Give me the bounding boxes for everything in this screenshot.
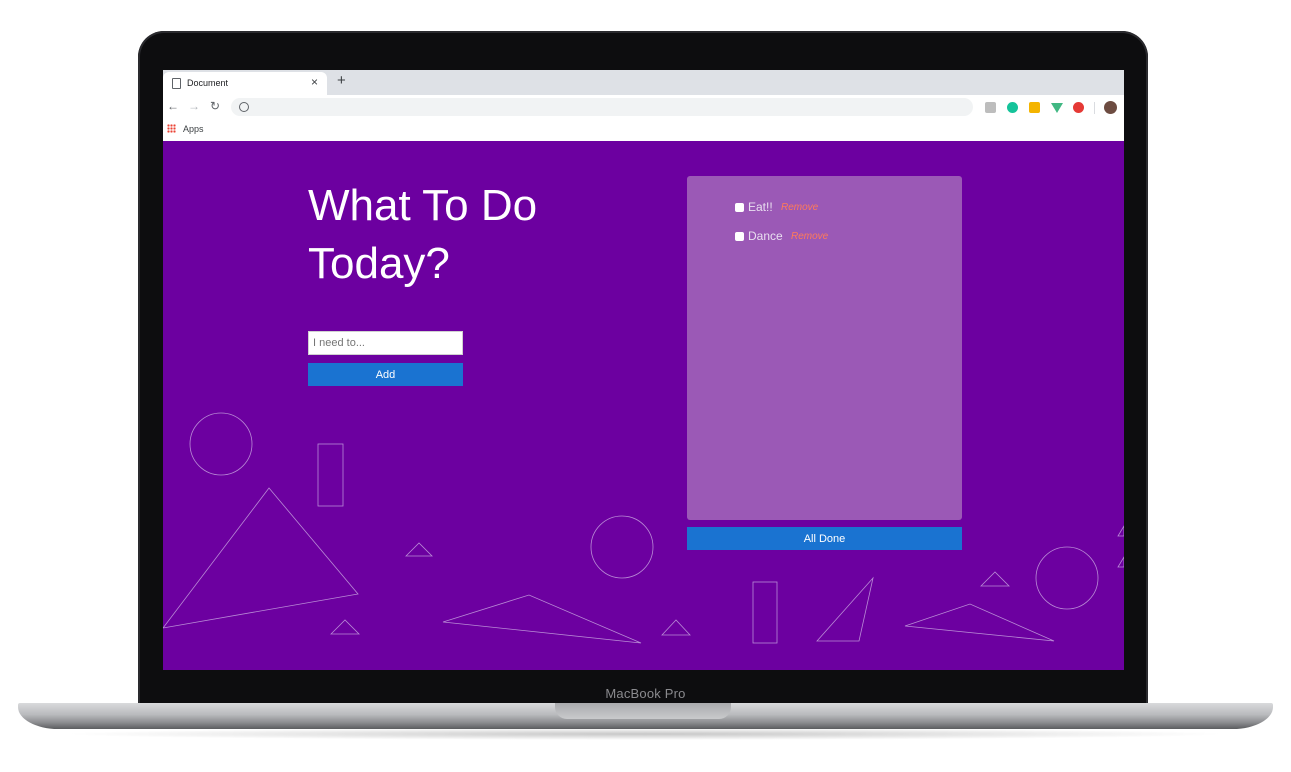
grammarly-icon[interactable] [1007, 102, 1018, 113]
bookmarks-bar: Apps [163, 119, 1124, 141]
browser-window: Document × + ← → ↻ Apps What To Do Today… [163, 70, 1124, 670]
forward-icon[interactable]: → [188, 99, 200, 113]
vue-devtools-icon[interactable] [1051, 103, 1063, 113]
page-title-line-1: What To Do [308, 181, 538, 230]
laptop-shadow [60, 728, 1230, 740]
back-icon[interactable]: ← [167, 99, 179, 113]
tab-strip: Document × + [163, 70, 1124, 95]
tab-title: Document [187, 78, 229, 88]
toolbar-divider [1094, 102, 1095, 114]
add-button[interactable]: Add [308, 363, 463, 386]
todo-list-panel: Eat!! Remove Dance Remove [687, 176, 962, 520]
document-icon [172, 78, 181, 89]
remove-link[interactable]: Remove [781, 202, 818, 213]
close-tab-icon[interactable]: × [311, 75, 318, 89]
page-title: What To Do Today? [308, 177, 608, 293]
browser-toolbar: ← → ↻ [163, 95, 1124, 119]
todo-app-page: What To Do Today? Add Eat!! Remove Dance… [163, 141, 1124, 670]
new-task-input[interactable] [308, 331, 463, 355]
opera-icon[interactable] [1073, 102, 1084, 113]
apps-grid-icon [167, 124, 176, 133]
new-tab-icon[interactable]: + [337, 72, 346, 89]
todo-text: Eat!! [748, 200, 773, 214]
remove-link[interactable]: Remove [791, 231, 828, 242]
laptop-notch [555, 703, 731, 719]
tab-document[interactable]: Document × [163, 72, 327, 95]
extension-yellow-icon[interactable] [1029, 102, 1040, 113]
all-done-button[interactable]: All Done [687, 527, 962, 550]
globe-icon [239, 102, 249, 112]
todo-text: Dance [748, 229, 783, 243]
profile-avatar[interactable] [1104, 101, 1117, 114]
device-label: MacBook Pro [605, 686, 686, 701]
address-bar[interactable] [231, 98, 973, 116]
reload-icon[interactable]: ↻ [210, 99, 220, 113]
page-title-line-2: Today? [308, 239, 450, 288]
bookmark-apps[interactable]: Apps [183, 124, 204, 134]
extension-icon[interactable] [985, 102, 996, 113]
todo-checkbox[interactable] [735, 203, 744, 212]
todo-checkbox[interactable] [735, 232, 744, 241]
